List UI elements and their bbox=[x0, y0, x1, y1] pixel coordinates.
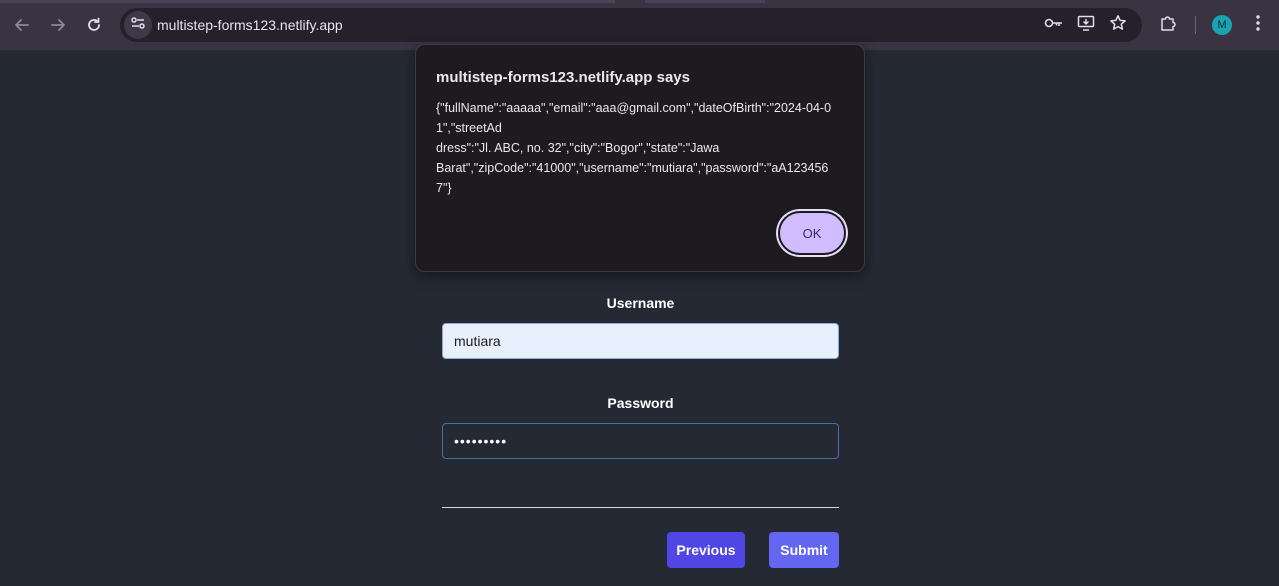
install-app-button[interactable] bbox=[1074, 13, 1098, 37]
password-label: Password bbox=[607, 395, 674, 411]
reload-button[interactable] bbox=[78, 9, 110, 41]
previous-button[interactable]: Previous bbox=[667, 532, 745, 568]
address-bar[interactable]: multistep-forms123.netlify.app bbox=[120, 8, 1142, 42]
tab-strip-edge bbox=[645, 0, 765, 3]
site-info-button[interactable] bbox=[124, 11, 152, 39]
dialog-title: multistep-forms123.netlify.app says bbox=[436, 69, 690, 86]
password-key-button[interactable] bbox=[1042, 13, 1066, 37]
browser-toolbar: multistep-forms123.netlify.app M bbox=[0, 0, 1279, 50]
tab-strip-edge bbox=[0, 0, 615, 3]
ok-button[interactable]: OK bbox=[778, 211, 846, 255]
site-info-icon bbox=[130, 15, 146, 36]
form-divider bbox=[442, 507, 839, 508]
submit-button[interactable]: Submit bbox=[769, 532, 839, 568]
dialog-message-line: 7"} bbox=[436, 181, 452, 195]
dialog-message-line: {"fullName":"aaaaa","email":"aaa@gmail.c… bbox=[436, 101, 832, 115]
extensions-icon bbox=[1158, 13, 1178, 38]
dialog-message-line: dress":"Jl. ABC, no. 32","city":"Bogor",… bbox=[436, 141, 720, 155]
extensions-button[interactable] bbox=[1156, 13, 1180, 37]
username-input[interactable] bbox=[442, 323, 839, 359]
more-vert-icon bbox=[1256, 14, 1260, 36]
url-text[interactable]: multistep-forms123.netlify.app bbox=[157, 8, 343, 42]
toolbar-divider bbox=[1195, 16, 1196, 34]
browser-menu-button[interactable] bbox=[1246, 13, 1270, 37]
alert-dialog: multistep-forms123.netlify.app says {"fu… bbox=[415, 44, 865, 272]
back-button[interactable] bbox=[6, 9, 38, 41]
bookmark-button[interactable] bbox=[1106, 13, 1130, 37]
username-label: Username bbox=[606, 295, 675, 311]
dialog-message-line: Barat","zipCode":"41000","username":"mut… bbox=[436, 161, 829, 175]
profile-avatar[interactable]: M bbox=[1212, 15, 1232, 35]
forward-button[interactable] bbox=[42, 9, 74, 41]
reload-icon bbox=[86, 17, 102, 33]
star-icon bbox=[1109, 14, 1127, 37]
dialog-message: {"fullName":"aaaaa","email":"aaa@gmail.c… bbox=[436, 98, 846, 198]
dialog-message-line: 1","streetAd bbox=[436, 121, 502, 135]
forward-arrow-icon bbox=[50, 17, 66, 33]
password-input[interactable] bbox=[442, 423, 839, 459]
install-app-icon bbox=[1077, 14, 1095, 37]
back-arrow-icon bbox=[14, 17, 30, 33]
key-icon bbox=[1044, 16, 1064, 35]
